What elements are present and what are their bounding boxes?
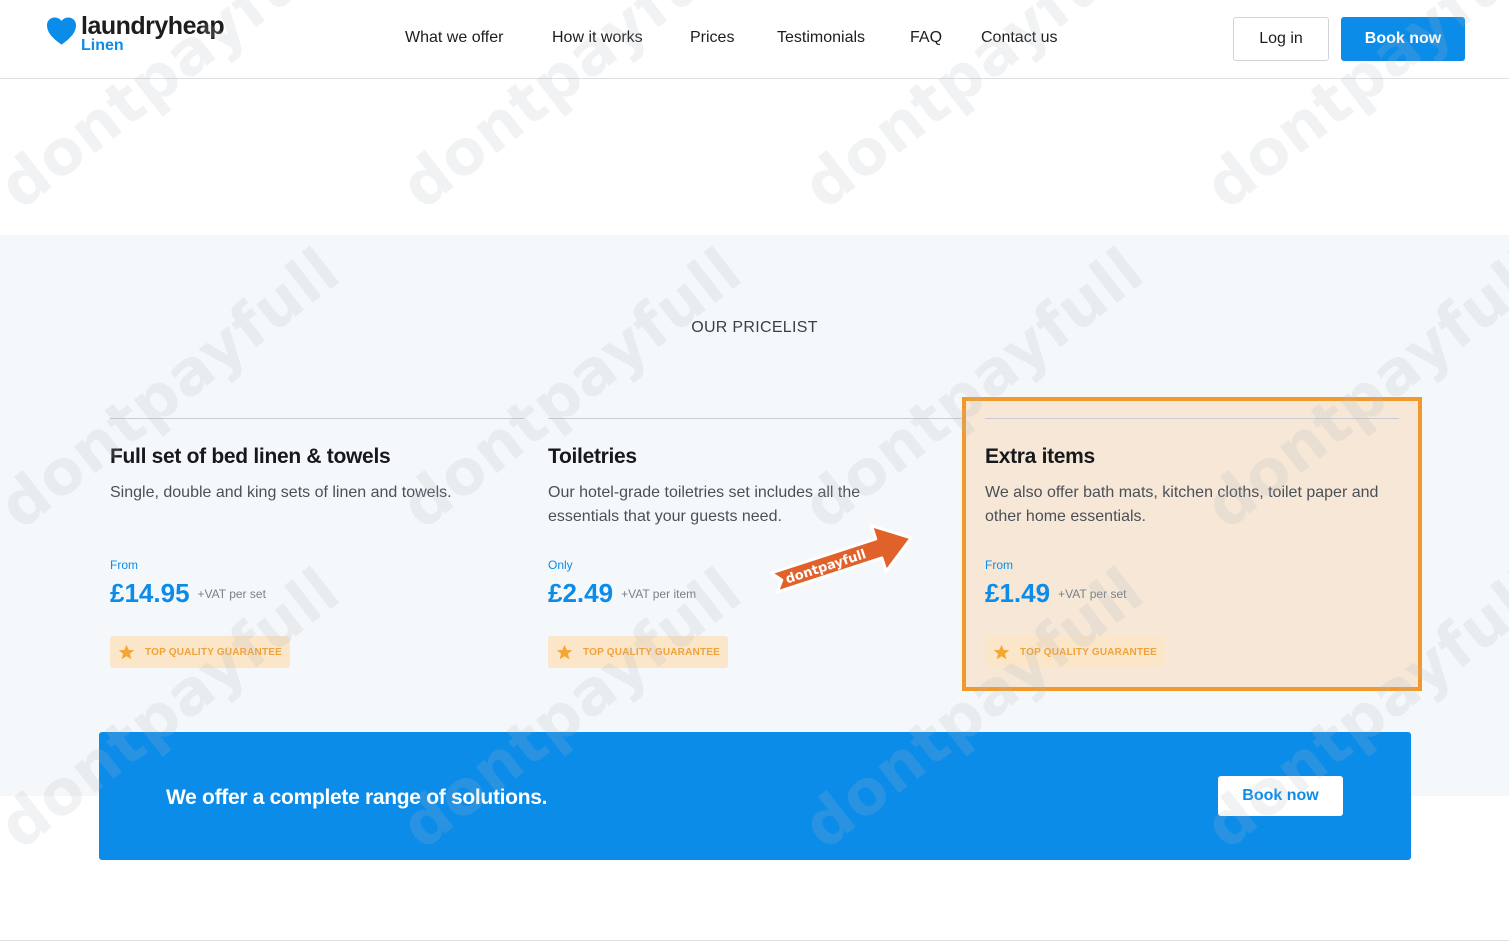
banner-text: We offer a complete range of solutions. [166, 786, 548, 809]
card-price-label: From [985, 558, 1013, 572]
price-value: £14.95 [110, 578, 190, 608]
price-vat: +VAT per item [621, 587, 697, 601]
quality-badge: TOP QUALITY GUARANTEE [985, 636, 1165, 668]
footer-divider [0, 940, 1509, 941]
badge-text: TOP QUALITY GUARANTEE [583, 646, 720, 658]
card-divider [985, 418, 1399, 419]
card-price-label: From [110, 558, 138, 572]
nav-what-we-offer[interactable]: What we offer [405, 29, 503, 47]
nav-contact-us[interactable]: Contact us [981, 29, 1057, 47]
card-divider [110, 418, 524, 419]
star-icon [118, 644, 135, 659]
pricelist-title: OUR PRICELIST [691, 319, 818, 336]
banner-book-now-button[interactable]: Book now [1218, 776, 1343, 816]
card-price: £1.49 +VAT per set [985, 578, 1126, 609]
card-divider [548, 418, 962, 419]
nav-faq[interactable]: FAQ [910, 29, 942, 47]
price-value: £1.49 [985, 578, 1051, 608]
star-icon [993, 644, 1010, 659]
badge-text: TOP QUALITY GUARANTEE [145, 646, 282, 658]
card-price: £2.49 +VAT per item [548, 578, 696, 609]
card-description: We also offer bath mats, kitchen cloths,… [985, 484, 1379, 525]
card-title: Toiletries [548, 445, 637, 468]
nav-prices[interactable]: Prices [690, 29, 734, 47]
card-price-label: Only [548, 558, 573, 572]
card-title: Full set of bed linen & towels [110, 445, 391, 468]
price-card: Full set of bed linen & towels Single, d… [110, 418, 524, 678]
star-icon [556, 644, 573, 659]
price-vat: +VAT per set [197, 587, 266, 601]
cta-banner: We offer a complete range of solutions. … [99, 732, 1411, 860]
login-button[interactable]: Log in [1233, 17, 1329, 61]
book-now-button[interactable]: Book now [1341, 17, 1465, 61]
nav-how-it-works[interactable]: How it works [552, 29, 643, 47]
price-value: £2.49 [548, 578, 614, 608]
quality-badge: TOP QUALITY GUARANTEE [548, 636, 728, 668]
nav-testimonials[interactable]: Testimonials [777, 29, 865, 47]
quality-badge: TOP QUALITY GUARANTEE [110, 636, 290, 668]
card-description: Single, double and king sets of linen an… [110, 484, 452, 501]
price-vat: +VAT per set [1058, 587, 1127, 601]
dontpayfull-arrow-sticker: dontpayfull [769, 524, 913, 594]
price-card: Extra items We also offer bath mats, kit… [985, 418, 1399, 678]
card-title: Extra items [985, 445, 1095, 468]
site-header: laundryheap Linen What we offer How it w… [0, 0, 1509, 79]
badge-text: TOP QUALITY GUARANTEE [1020, 646, 1157, 658]
card-price: £14.95 +VAT per set [110, 578, 266, 609]
